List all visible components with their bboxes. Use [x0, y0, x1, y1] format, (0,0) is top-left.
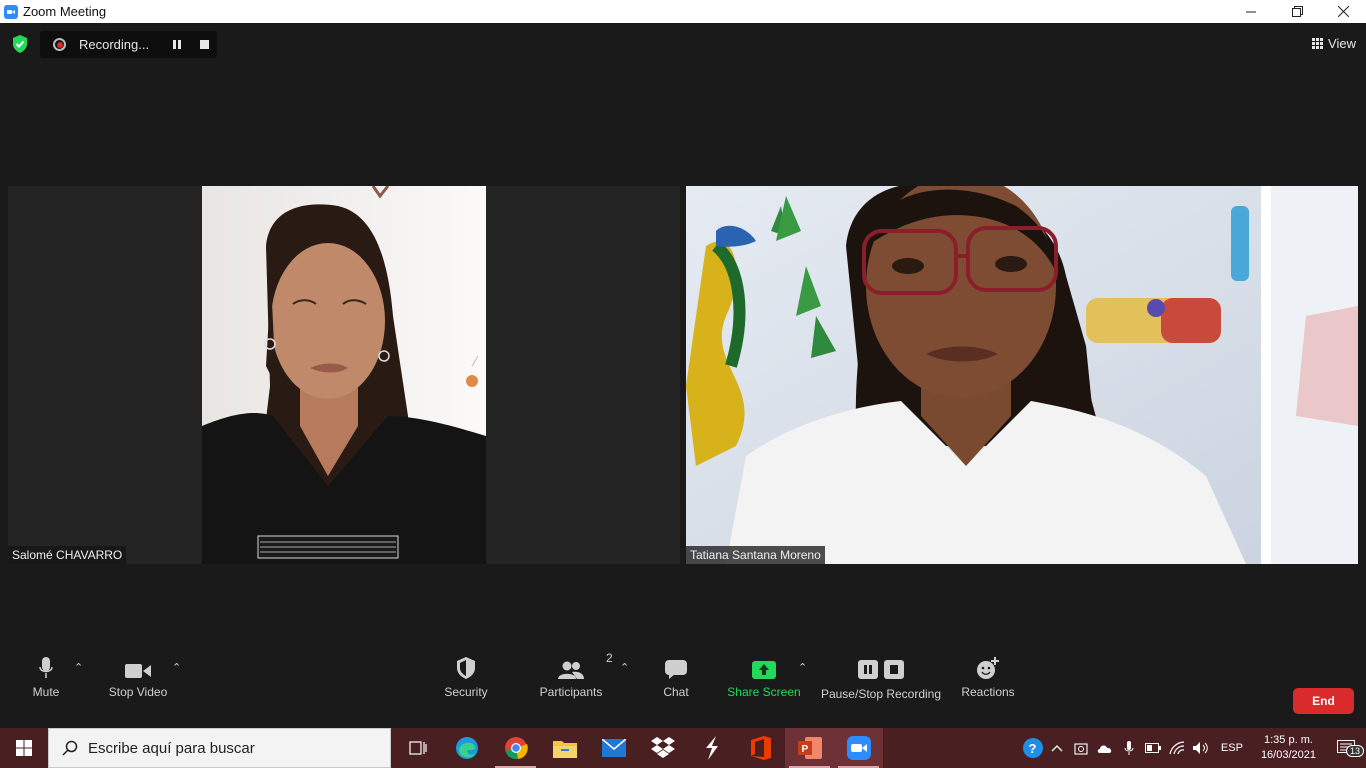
search-placeholder: Escribe aquí para buscar — [88, 739, 255, 757]
stop-video-label: Stop Video — [108, 685, 168, 699]
volume-icon[interactable] — [1189, 728, 1213, 768]
share-options-chevron-icon[interactable]: ⌃ — [798, 661, 807, 674]
windows-taskbar: Escribe aquí para buscar P ? ESP 1:35 p.… — [0, 728, 1366, 768]
grid-icon — [1312, 37, 1324, 49]
share-screen-label: Share Screen — [727, 685, 801, 699]
camera-icon[interactable] — [1069, 728, 1093, 768]
window-titlebar: Zoom Meeting — [0, 0, 1366, 23]
encryption-shield-icon[interactable] — [12, 35, 28, 53]
clock-time: 1:35 p. m. — [1264, 734, 1313, 746]
share-screen-button[interactable]: Share Screen — [726, 651, 802, 705]
reactions-label: Reactions — [961, 685, 1015, 699]
help-icon[interactable]: ? — [1021, 728, 1045, 768]
video-tile-salome[interactable]: Salomé CHAVARRO — [8, 186, 680, 564]
zoom-app-icon — [4, 4, 18, 19]
notifications-count: 13 — [1346, 745, 1365, 757]
recording-status: Recording... — [79, 37, 150, 52]
close-button[interactable] — [1320, 0, 1366, 23]
pause-icon — [858, 660, 878, 679]
wifi-icon[interactable] — [1165, 728, 1189, 768]
system-clock[interactable]: 1:35 p. m. 16/03/2021 — [1251, 733, 1326, 763]
chat-label: Chat — [663, 685, 689, 699]
view-button[interactable]: View — [1312, 33, 1356, 53]
video-camera-icon — [125, 664, 151, 678]
video-tile-tatiana[interactable]: Tatiana Santana Moreno — [686, 186, 1358, 564]
svg-text:?: ? — [1028, 741, 1036, 756]
participants-icon — [558, 661, 584, 679]
battery-icon[interactable] — [1141, 728, 1165, 768]
meeting-toolbar: Mute ⌃ Stop Video ⌃ Security 2 Participa… — [0, 651, 1366, 714]
powerpoint-icon[interactable]: P — [785, 728, 834, 768]
office-icon[interactable] — [736, 728, 785, 768]
pause-stop-recording-label: Pause/Stop Recording — [820, 687, 942, 701]
participants-options-chevron-icon[interactable]: ⌃ — [620, 661, 629, 674]
participants-button[interactable]: 2 Participants — [538, 651, 613, 705]
minimize-button[interactable] — [1228, 0, 1274, 23]
microphone-icon — [39, 657, 53, 678]
zoom-icon[interactable] — [834, 728, 883, 768]
security-button[interactable]: Security — [440, 651, 492, 705]
stop-icon — [884, 660, 904, 679]
participant-video — [8, 186, 680, 564]
system-tray: ? ESP 1:35 p. m. 16/03/2021 13 — [1021, 728, 1366, 768]
file-explorer-icon[interactable] — [540, 728, 589, 768]
end-meeting-button[interactable]: End — [1293, 688, 1354, 714]
stop-video-button[interactable]: Stop Video — [104, 651, 172, 705]
onedrive-cloud-icon[interactable] — [1093, 728, 1117, 768]
mute-label: Mute — [32, 685, 60, 699]
participants-label: Participants — [539, 685, 603, 699]
window-title: Zoom Meeting — [23, 4, 107, 19]
recording-indicator: Recording... — [40, 31, 217, 58]
start-button[interactable] — [0, 728, 48, 768]
task-view-icon[interactable] — [393, 728, 442, 768]
shield-icon — [457, 657, 475, 679]
microphone-tray-icon[interactable] — [1117, 728, 1141, 768]
video-options-chevron-icon[interactable]: ⌃ — [172, 661, 181, 674]
participant-video — [686, 186, 1358, 564]
view-label: View — [1328, 35, 1356, 51]
edge-icon[interactable] — [442, 728, 491, 768]
mail-icon[interactable] — [589, 728, 638, 768]
participant-name-tag: Salomé CHAVARRO — [8, 546, 127, 564]
taskbar-search-box[interactable]: Escribe aquí para buscar — [48, 728, 391, 768]
security-label: Security — [444, 685, 488, 699]
audio-options-chevron-icon[interactable]: ⌃ — [74, 661, 83, 674]
clock-date: 16/03/2021 — [1260, 749, 1316, 761]
mute-button[interactable]: Mute — [26, 651, 66, 705]
kite-icon[interactable] — [687, 728, 736, 768]
pause-stop-recording-button[interactable]: Pause/Stop Recording — [820, 651, 942, 705]
chat-bubble-icon — [665, 660, 687, 679]
input-language[interactable]: ESP — [1213, 742, 1251, 754]
participant-name-tag: Tatiana Santana Moreno — [686, 546, 825, 564]
emoji-add-icon — [977, 657, 999, 679]
dropbox-icon[interactable] — [638, 728, 687, 768]
record-dot-icon — [53, 38, 66, 51]
chrome-icon[interactable] — [491, 728, 540, 768]
meeting-area: Recording... View Salomé CHAVARRO Tatian… — [0, 23, 1366, 728]
windows-logo-icon — [16, 740, 32, 756]
search-icon — [62, 740, 78, 756]
notifications-icon[interactable]: 13 — [1326, 728, 1366, 768]
stop-recording-icon[interactable] — [200, 40, 209, 49]
share-screen-icon — [752, 661, 776, 679]
svg-text:P: P — [801, 744, 808, 755]
restore-button[interactable] — [1274, 0, 1320, 23]
participants-count: 2 — [606, 651, 613, 665]
reactions-button[interactable]: Reactions — [960, 651, 1016, 705]
chat-button[interactable]: Chat — [656, 651, 696, 705]
chevron-up-icon[interactable] — [1045, 728, 1069, 768]
pause-recording-icon[interactable] — [173, 40, 183, 49]
